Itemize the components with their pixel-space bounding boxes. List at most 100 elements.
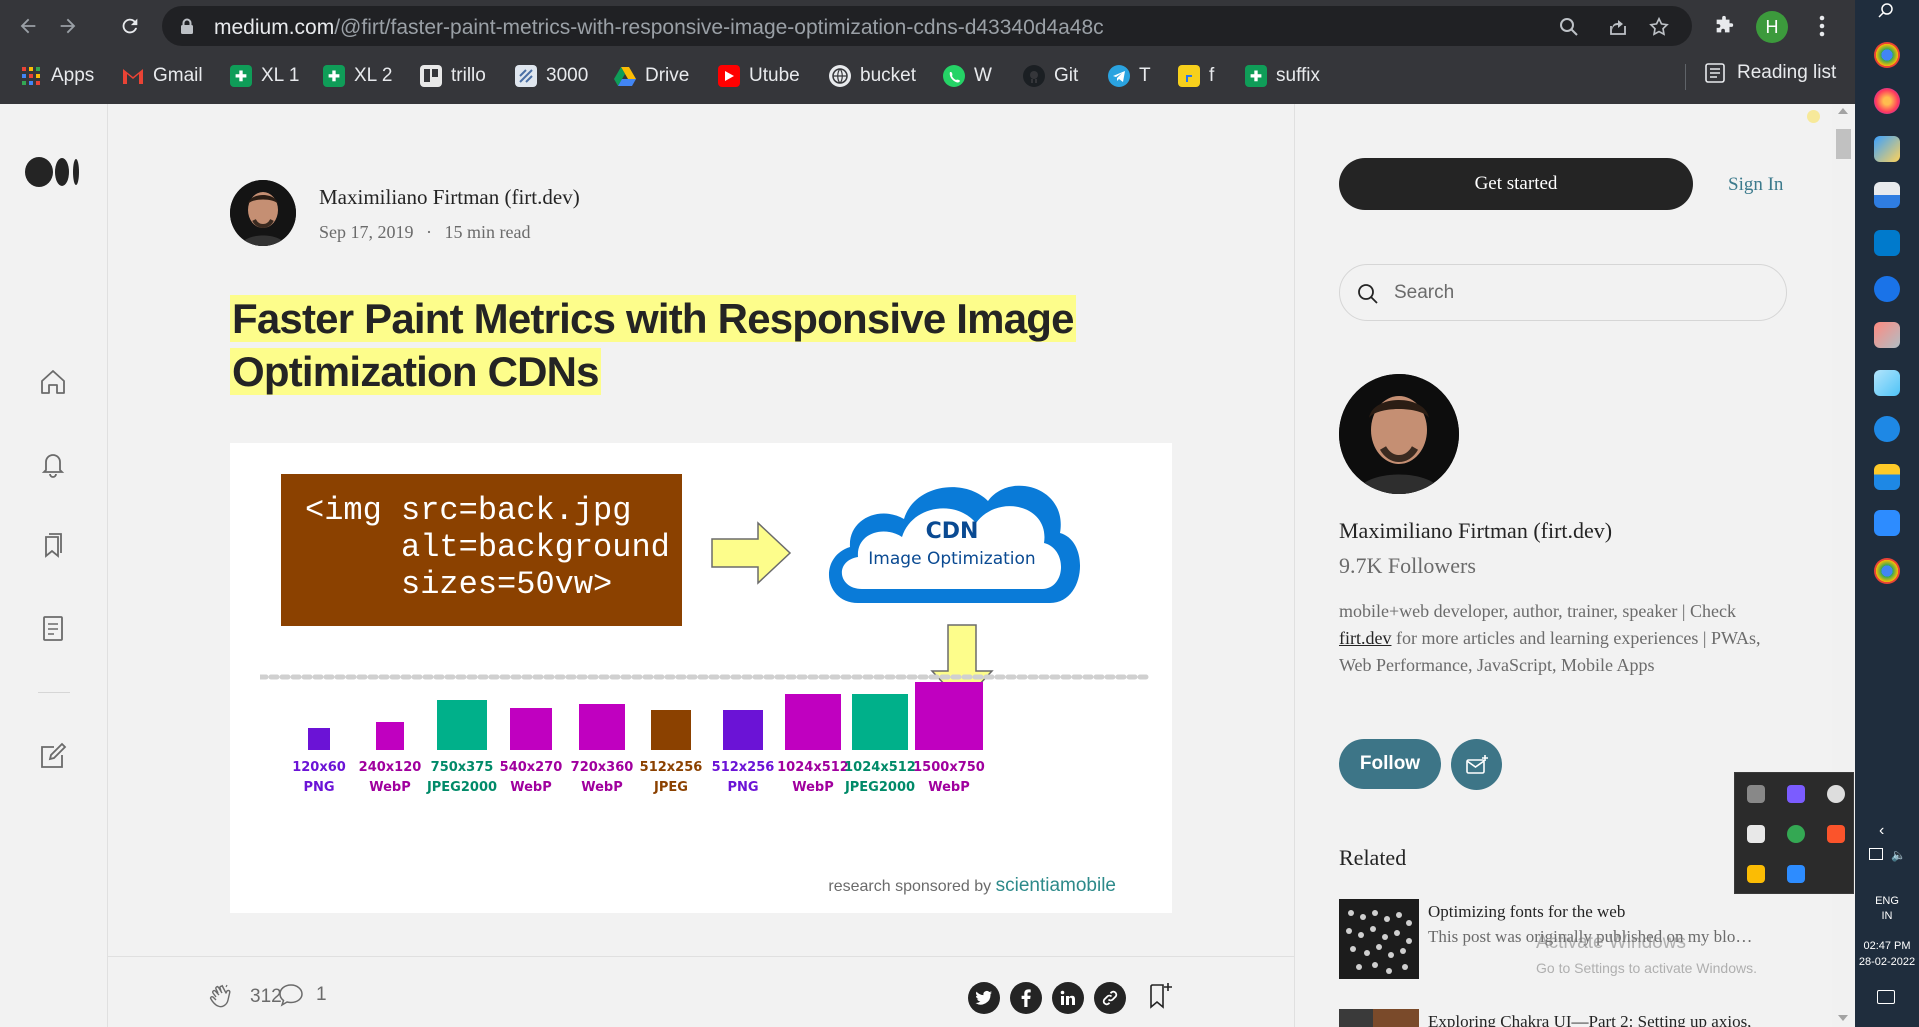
safari-app-icon[interactable] — [1874, 416, 1900, 442]
extensions-button[interactable] — [1708, 10, 1740, 42]
tray-shield-icon[interactable] — [1747, 825, 1765, 843]
followers-count[interactable]: 9.7K Followers — [1339, 553, 1476, 579]
address-bar[interactable]: medium.com/@firt/faster-paint-metrics-wi… — [162, 6, 1692, 46]
author-avatar[interactable] — [230, 180, 296, 246]
bookmark-trillo[interactable]: trillo — [420, 62, 486, 90]
file-explorer-icon[interactable] — [1874, 464, 1900, 490]
bookmark-xl1[interactable]: ✚ XL 1 — [230, 62, 299, 90]
tray-zoom-icon[interactable] — [1787, 865, 1805, 883]
related-title[interactable]: Optimizing fonts for the web — [1428, 902, 1625, 922]
zoom-icon[interactable] — [1557, 15, 1581, 39]
clap-button[interactable]: 312 — [208, 983, 282, 1011]
save-bookmark-button[interactable] — [1148, 981, 1174, 1011]
bio-text: for more articles and learning experienc… — [1339, 628, 1761, 675]
bookmark-suffix[interactable]: ✚ suffix — [1245, 62, 1320, 90]
bookmark-f[interactable]: f — [1178, 62, 1214, 90]
apps-grid-icon — [20, 65, 42, 87]
bookmark-star-icon[interactable] — [1647, 15, 1671, 39]
system-clock[interactable]: 02:47 PM 28-02-2022 — [1855, 938, 1919, 970]
bookmark-label: W — [974, 65, 992, 86]
related-thumbnail[interactable] — [1339, 899, 1419, 979]
chrome-app-icon[interactable] — [1874, 42, 1900, 68]
rail-divider — [38, 692, 70, 693]
profile-photo[interactable] — [1339, 374, 1459, 494]
home-icon[interactable] — [38, 367, 68, 397]
medium-logo-icon[interactable] — [25, 156, 81, 188]
bookmark-git[interactable]: Git — [1023, 62, 1078, 90]
bookmark-drive[interactable]: Drive — [614, 62, 689, 90]
vscode-app-icon[interactable] — [1874, 230, 1900, 256]
related-title[interactable]: Exploring Chakra UI—Part 2: Setting up a… — [1428, 1012, 1751, 1027]
language-indicator[interactable]: ENG IN — [1855, 894, 1919, 924]
comments-button[interactable]: 1 — [278, 983, 327, 1007]
search-box[interactable] — [1339, 264, 1787, 321]
sponsor-prefix: research sponsored by — [828, 878, 992, 895]
paint-app-icon[interactable] — [1874, 136, 1900, 162]
scroll-thumb[interactable] — [1836, 129, 1851, 159]
variant-swatch — [510, 708, 552, 750]
windows-taskbar: ‹ 🔈 — [1855, 0, 1919, 1027]
tray-chrome-icon[interactable] — [1787, 825, 1805, 843]
back-button[interactable] — [12, 10, 44, 42]
get-started-button[interactable]: Get started — [1339, 158, 1693, 210]
bookmark-xl2[interactable]: ✚ XL 2 — [323, 62, 392, 90]
telegram-icon — [1108, 65, 1130, 87]
bookmark-w[interactable]: W — [943, 62, 992, 90]
share-linkedin-button[interactable] — [1052, 982, 1084, 1014]
tray-drive-icon[interactable] — [1747, 865, 1765, 883]
arrow-left-icon — [20, 18, 36, 34]
subscribe-email-button[interactable] — [1451, 739, 1502, 790]
notes-app-icon[interactable] — [1874, 370, 1900, 396]
bookmark-label: f — [1209, 65, 1215, 86]
chevron-left-icon[interactable]: ‹ — [1879, 822, 1884, 840]
scroll-down-arrow-icon[interactable] — [1838, 1015, 1848, 1021]
firefox-app-icon[interactable] — [1874, 88, 1900, 114]
bio-link[interactable]: firt.dev — [1339, 628, 1391, 648]
network-icon[interactable] — [1869, 848, 1883, 860]
forward-button[interactable] — [52, 10, 84, 42]
bookmark-apps[interactable]: Apps — [20, 62, 94, 90]
link-icon — [1102, 990, 1118, 1006]
bookmark-t[interactable]: T — [1108, 62, 1151, 90]
notifications-bell-icon[interactable] — [38, 449, 68, 479]
activate-subtitle: Go to Settings to activate Windows. — [1536, 960, 1757, 976]
chrome-menu-button[interactable] — [1806, 10, 1838, 42]
zoom-app-icon[interactable] — [1874, 510, 1900, 536]
sign-in-link[interactable]: Sign In — [1728, 174, 1783, 196]
copy-link-button[interactable] — [1094, 982, 1126, 1014]
share-icon[interactable] — [1606, 15, 1630, 39]
bookmark-utube[interactable]: Utube — [718, 62, 800, 90]
profile-name[interactable]: Maximiliano Firtman (firt.dev) — [1339, 518, 1612, 544]
code-line: sizes=50vw> — [305, 566, 613, 603]
search-icon[interactable] — [1877, 2, 1895, 20]
share-facebook-button[interactable] — [1010, 982, 1042, 1014]
bookmark-3000[interactable]: 3000 — [515, 62, 588, 90]
article-column: Maximiliano Firtman (firt.dev) Sep 17, 2… — [108, 104, 1295, 1027]
stories-icon[interactable] — [38, 613, 68, 643]
volume-icon[interactable]: 🔈 — [1891, 848, 1906, 862]
bookmarks-list-icon[interactable] — [38, 531, 68, 561]
tray-app-icon[interactable] — [1747, 785, 1765, 803]
photos-app-icon[interactable] — [1874, 182, 1900, 208]
profile-avatar[interactable]: H — [1756, 11, 1788, 43]
snip-app-icon[interactable] — [1874, 322, 1900, 348]
tray-app-icon[interactable] — [1827, 785, 1845, 803]
sponsor-name: scientiamobile — [995, 875, 1116, 896]
write-icon[interactable] — [38, 741, 68, 771]
bookmark-bucket[interactable]: bucket — [829, 62, 916, 90]
maps-app-icon[interactable] — [1874, 276, 1900, 302]
author-name[interactable]: Maximiliano Firtman (firt.dev) — [319, 185, 580, 210]
clap-count: 312 — [250, 986, 282, 1007]
follow-button[interactable]: Follow — [1339, 739, 1441, 789]
action-center-icon[interactable] — [1877, 990, 1895, 1004]
search-input[interactable] — [1394, 279, 1774, 307]
share-twitter-button[interactable] — [968, 982, 1000, 1014]
chrome-profile-app-icon[interactable] — [1874, 558, 1900, 584]
reload-button[interactable] — [114, 10, 146, 42]
tray-app-icon[interactable] — [1787, 785, 1805, 803]
bookmark-gmail[interactable]: Gmail — [122, 62, 203, 90]
scroll-up-arrow-icon[interactable] — [1838, 108, 1848, 114]
reading-list-button[interactable]: Reading list — [1705, 62, 1836, 84]
tray-brave-icon[interactable] — [1827, 825, 1845, 843]
related-thumbnail[interactable] — [1339, 1009, 1419, 1027]
